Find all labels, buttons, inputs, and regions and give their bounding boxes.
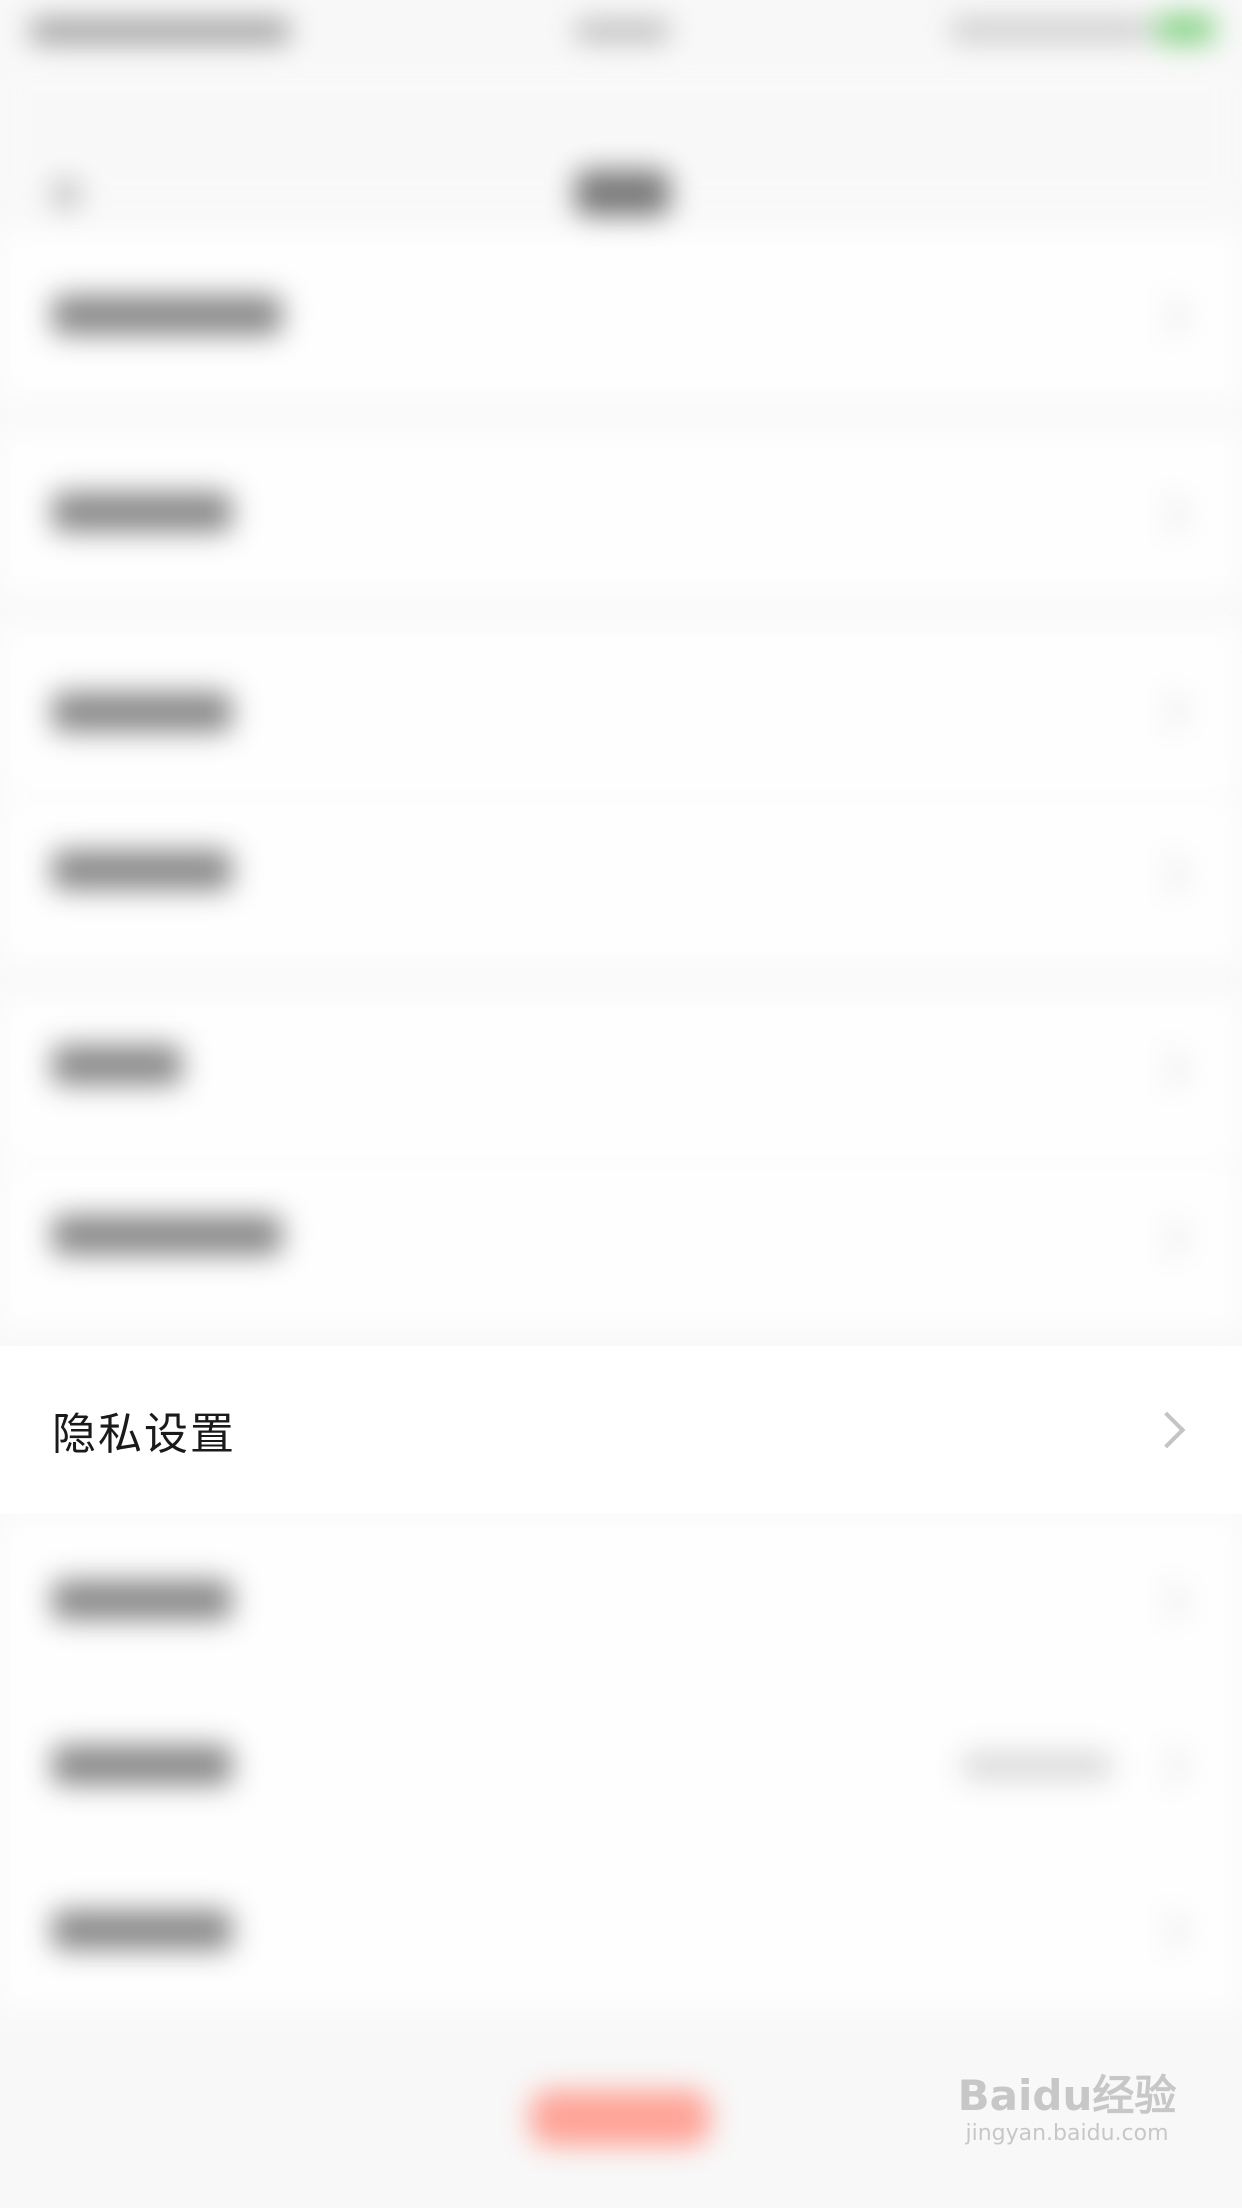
settings-row-3[interactable] <box>0 625 1242 795</box>
privacy-settings-row[interactable]: 隐私设置 <box>0 1346 1242 1514</box>
settings-row-6[interactable] <box>0 1165 1242 1330</box>
row-label-blurred <box>52 1215 282 1255</box>
chevron-right-icon <box>1148 1581 1188 1621</box>
baidu-jingyan-watermark: Baidu经验 jingyan.baidu.com <box>952 2072 1182 2182</box>
row-label-blurred <box>52 1580 232 1620</box>
row-label-blurred <box>52 295 282 335</box>
blurred-background <box>0 0 1242 2208</box>
logout-button[interactable] <box>530 2090 710 2146</box>
status-bar <box>0 0 1242 60</box>
chevron-right-icon <box>1148 1219 1188 1259</box>
privacy-settings-label: 隐私设置 <box>52 1409 236 1460</box>
chevron-right-icon <box>1148 1911 1188 1951</box>
settings-screen: 隐私设置 Baidu经验 jingyan.baidu.com <box>0 0 1242 2208</box>
status-carrier <box>30 18 290 44</box>
chevron-right-icon <box>1148 494 1188 534</box>
chevron-right-icon <box>1148 1411 1186 1449</box>
chevron-right-icon <box>1148 691 1188 731</box>
nav-bar <box>0 60 1242 216</box>
settings-row-4[interactable] <box>0 800 1242 965</box>
chevron-right-icon <box>1148 1746 1188 1786</box>
settings-row-10[interactable] <box>0 1845 1242 2010</box>
row-label-blurred <box>52 1910 232 1950</box>
chevron-right-icon <box>1148 1049 1188 1089</box>
settings-row-8[interactable] <box>0 1515 1242 1680</box>
row-label-blurred <box>52 850 232 890</box>
battery-icon <box>1155 14 1215 44</box>
watermark-url: jingyan.baidu.com <box>965 2121 1169 2146</box>
row-label-blurred <box>52 492 232 532</box>
status-time <box>575 20 670 42</box>
status-indicators <box>950 18 1150 42</box>
chevron-right-icon <box>1148 296 1188 336</box>
watermark-brand: Baidu经验 <box>957 2071 1177 2120</box>
row-label-blurred <box>52 692 232 732</box>
back-icon[interactable] <box>52 180 80 208</box>
settings-row-9[interactable] <box>0 1680 1242 1845</box>
settings-row-5[interactable] <box>0 995 1242 1160</box>
row-label-blurred <box>52 1745 232 1785</box>
settings-row-1[interactable] <box>0 230 1242 400</box>
settings-row-2[interactable] <box>0 430 1242 595</box>
row-value-blurred <box>962 1752 1112 1780</box>
row-label-blurred <box>52 1045 182 1085</box>
chevron-right-icon <box>1148 854 1188 894</box>
page-title <box>575 170 670 216</box>
